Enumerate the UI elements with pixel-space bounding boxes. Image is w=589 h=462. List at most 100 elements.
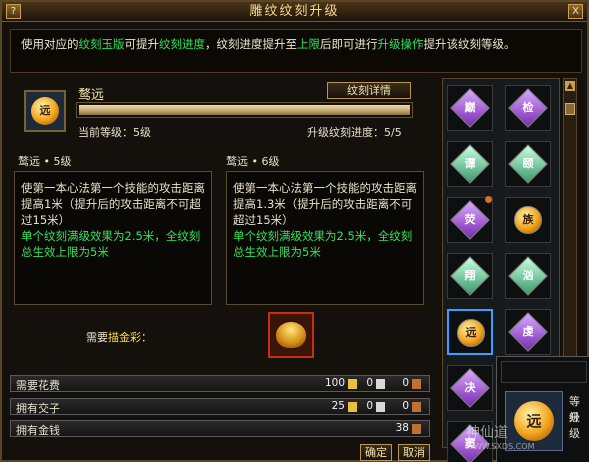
selection-indicator-dot [485, 196, 492, 203]
rune-slot[interactable]: 族 [505, 197, 551, 243]
material-prefix: 需要 [86, 331, 108, 344]
rune-glyph: 巅 [464, 101, 476, 114]
rune-slot[interactable]: 巅 [447, 85, 493, 131]
desc-highlight-limit: 上限 [297, 37, 320, 51]
current-level-title: 鹜远 • 5级 [18, 155, 72, 168]
rune-glyph: 远 [465, 326, 477, 339]
scroll-thumb[interactable] [565, 103, 575, 115]
rune-glyph: 荧 [464, 213, 476, 226]
money-label: 拥有金钱 [16, 424, 60, 437]
jiaozi-silver-value: 0 [366, 400, 373, 412]
silver-coin-icon [376, 402, 385, 412]
rune-glyph: 决 [464, 381, 476, 394]
rune-slot[interactable]: 谭 [447, 141, 493, 187]
rune-gem-icon: 巅 [450, 88, 490, 128]
silver-coin-icon [376, 379, 385, 389]
description-panel: 使用对应的纹刻玉版可提升纹刻进度，纹刻进度提升至上限后即可进行升级操作提升该纹刻… [10, 29, 582, 73]
desc-text-1: 使用对应的 [21, 37, 79, 51]
rune-glyph: 翔 [464, 269, 476, 282]
next-effect-text: 使第一本心法第一个技能的攻击距离提高1.3米（提升后的攻击距离不可超过15米） [233, 181, 417, 227]
gold-coin-icon [348, 379, 357, 389]
cost-label: 需要花费 [16, 379, 60, 392]
tooltip-header [501, 361, 587, 383]
cost-row-money: 拥有金钱 38 [10, 420, 430, 437]
rune-gem-icon: 颐 [508, 144, 548, 184]
current-effect-text: 使第一本心法第一个技能的攻击距离提高1米（提升后的攻击距离不可超过15米） [21, 181, 205, 227]
desc-text-4: 后即可进行 [320, 37, 378, 51]
rune-slot[interactable]: 虔 [505, 309, 551, 355]
upgrade-panel: 远 鹜远 纹刻详情 当前等级：5级 升级纹刻进度：5/5 鹜远 • 5级 使第一… [10, 78, 435, 368]
desc-text-2: 可提升 [124, 37, 160, 51]
rune-gem-icon: 决 [450, 368, 490, 408]
rune-glyph: 颐 [522, 157, 534, 170]
rune-gem-icon: 汹 [508, 256, 548, 296]
current-bonus-text: 单个纹刻满级效果为2.5米，全纹刻总生效上限为5米 [21, 229, 201, 259]
material-label: 需要描金彩： [86, 329, 152, 345]
rune-slot[interactable]: 远 [447, 309, 493, 355]
current-level-text: 当前等级：5级 [78, 126, 151, 139]
help-button[interactable]: ? [6, 4, 21, 19]
jiaozi-gold-value: 25 [331, 400, 345, 412]
jiaozi-label: 拥有交子 [16, 402, 60, 415]
copper-coin-icon [412, 379, 421, 389]
gold-paint-icon [276, 322, 306, 348]
engrave-upgrade-window: ? 雕纹纹刻升级 X 使用对应的纹刻玉版可提升纹刻进度，纹刻进度提升至上限后即可… [0, 0, 589, 462]
rune-glyph: 检 [522, 101, 534, 114]
window-title: 雕纹纹刻升级 [249, 4, 340, 19]
rune-glyph: 族 [522, 213, 534, 226]
engrave-progress-bar [76, 102, 413, 118]
material-suffix: ： [141, 331, 152, 344]
rune-gem-icon: 族 [514, 206, 542, 234]
current-effect-box: 使第一本心法第一个技能的攻击距离提高1米（提升后的攻击距离不可超过15米） 单个… [14, 171, 212, 305]
rune-gem-icon: 远 [457, 319, 485, 347]
rune-glyph: 虔 [522, 325, 534, 338]
rune-gem-icon: 检 [508, 88, 548, 128]
desc-highlight-progress: 纹刻进度 [159, 37, 205, 51]
material-slot[interactable] [268, 312, 314, 358]
rune-gem-icon: 虔 [508, 312, 548, 352]
close-button[interactable]: X [568, 4, 583, 19]
rune-glyph: 汹 [522, 269, 534, 282]
rune-slot[interactable]: 荧 [447, 197, 493, 243]
rune-gem-icon: 荧 [450, 200, 490, 240]
cost-copper-value: 0 [402, 377, 409, 389]
title-bar: ? 雕纹纹刻升级 X [2, 2, 587, 22]
rune-slot[interactable]: 颐 [505, 141, 551, 187]
rune-slot[interactable]: 决 [447, 365, 493, 411]
engrave-item-slot[interactable]: 远 [24, 90, 66, 132]
desc-text-5: 提升该纹刻等级。 [423, 37, 516, 51]
next-level-title: 鹜远 • 6级 [226, 155, 280, 168]
money-copper-value: 38 [395, 422, 409, 434]
upgrade-progress-text: 升级纹刻进度：5/5 [307, 126, 402, 139]
cancel-button[interactable]: 取消 [398, 444, 430, 461]
engrave-detail-button[interactable]: 纹刻详情 [327, 82, 411, 99]
rune-slot[interactable]: 汹 [505, 253, 551, 299]
gold-coin-icon [348, 402, 357, 412]
copper-coin-icon [412, 424, 421, 434]
engrave-name: 鹜远 [78, 88, 105, 103]
cost-gold-value: 100 [324, 377, 345, 389]
cost-row-required: 需要花费 100 0 0 [10, 375, 430, 392]
cost-silver-value: 0 [366, 377, 373, 389]
confirm-button[interactable]: 确定 [360, 444, 392, 461]
rune-gem-icon: 谭 [450, 144, 490, 184]
material-name: 描金彩 [108, 331, 141, 344]
site-watermark: 神仙道 WWW.SXDS.COM [466, 422, 586, 451]
progress-fill [79, 105, 410, 115]
desc-highlight-upgrade: 升级操作 [377, 37, 424, 51]
rune-slot[interactable]: 翔 [447, 253, 493, 299]
jiaozi-copper-value: 0 [402, 400, 409, 412]
desc-text-3: ，纹刻进度提升至 [205, 37, 297, 51]
cost-row-jiaozi: 拥有交子 25 0 0 [10, 398, 430, 415]
copper-coin-icon [412, 402, 421, 412]
desc-highlight-jade: 纹刻玉版 [78, 37, 125, 51]
next-effect-box: 使第一本心法第一个技能的攻击距离提高1.3米（提升后的攻击距离不可超过15米） … [226, 171, 424, 305]
scroll-up-arrow-icon[interactable]: ▲ [565, 81, 575, 91]
watermark-url: WWW.SXDS.COM [466, 442, 535, 451]
rune-slot[interactable]: 检 [505, 85, 551, 131]
rune-glyph: 谭 [464, 157, 476, 170]
engrave-orb-icon: 远 [31, 97, 59, 125]
rune-gem-icon: 翔 [450, 256, 490, 296]
next-bonus-text: 单个纹刻满级效果为2.5米，全纹刻总生效上限为5米 [233, 229, 413, 259]
watermark-text: 神仙道 [466, 425, 508, 441]
